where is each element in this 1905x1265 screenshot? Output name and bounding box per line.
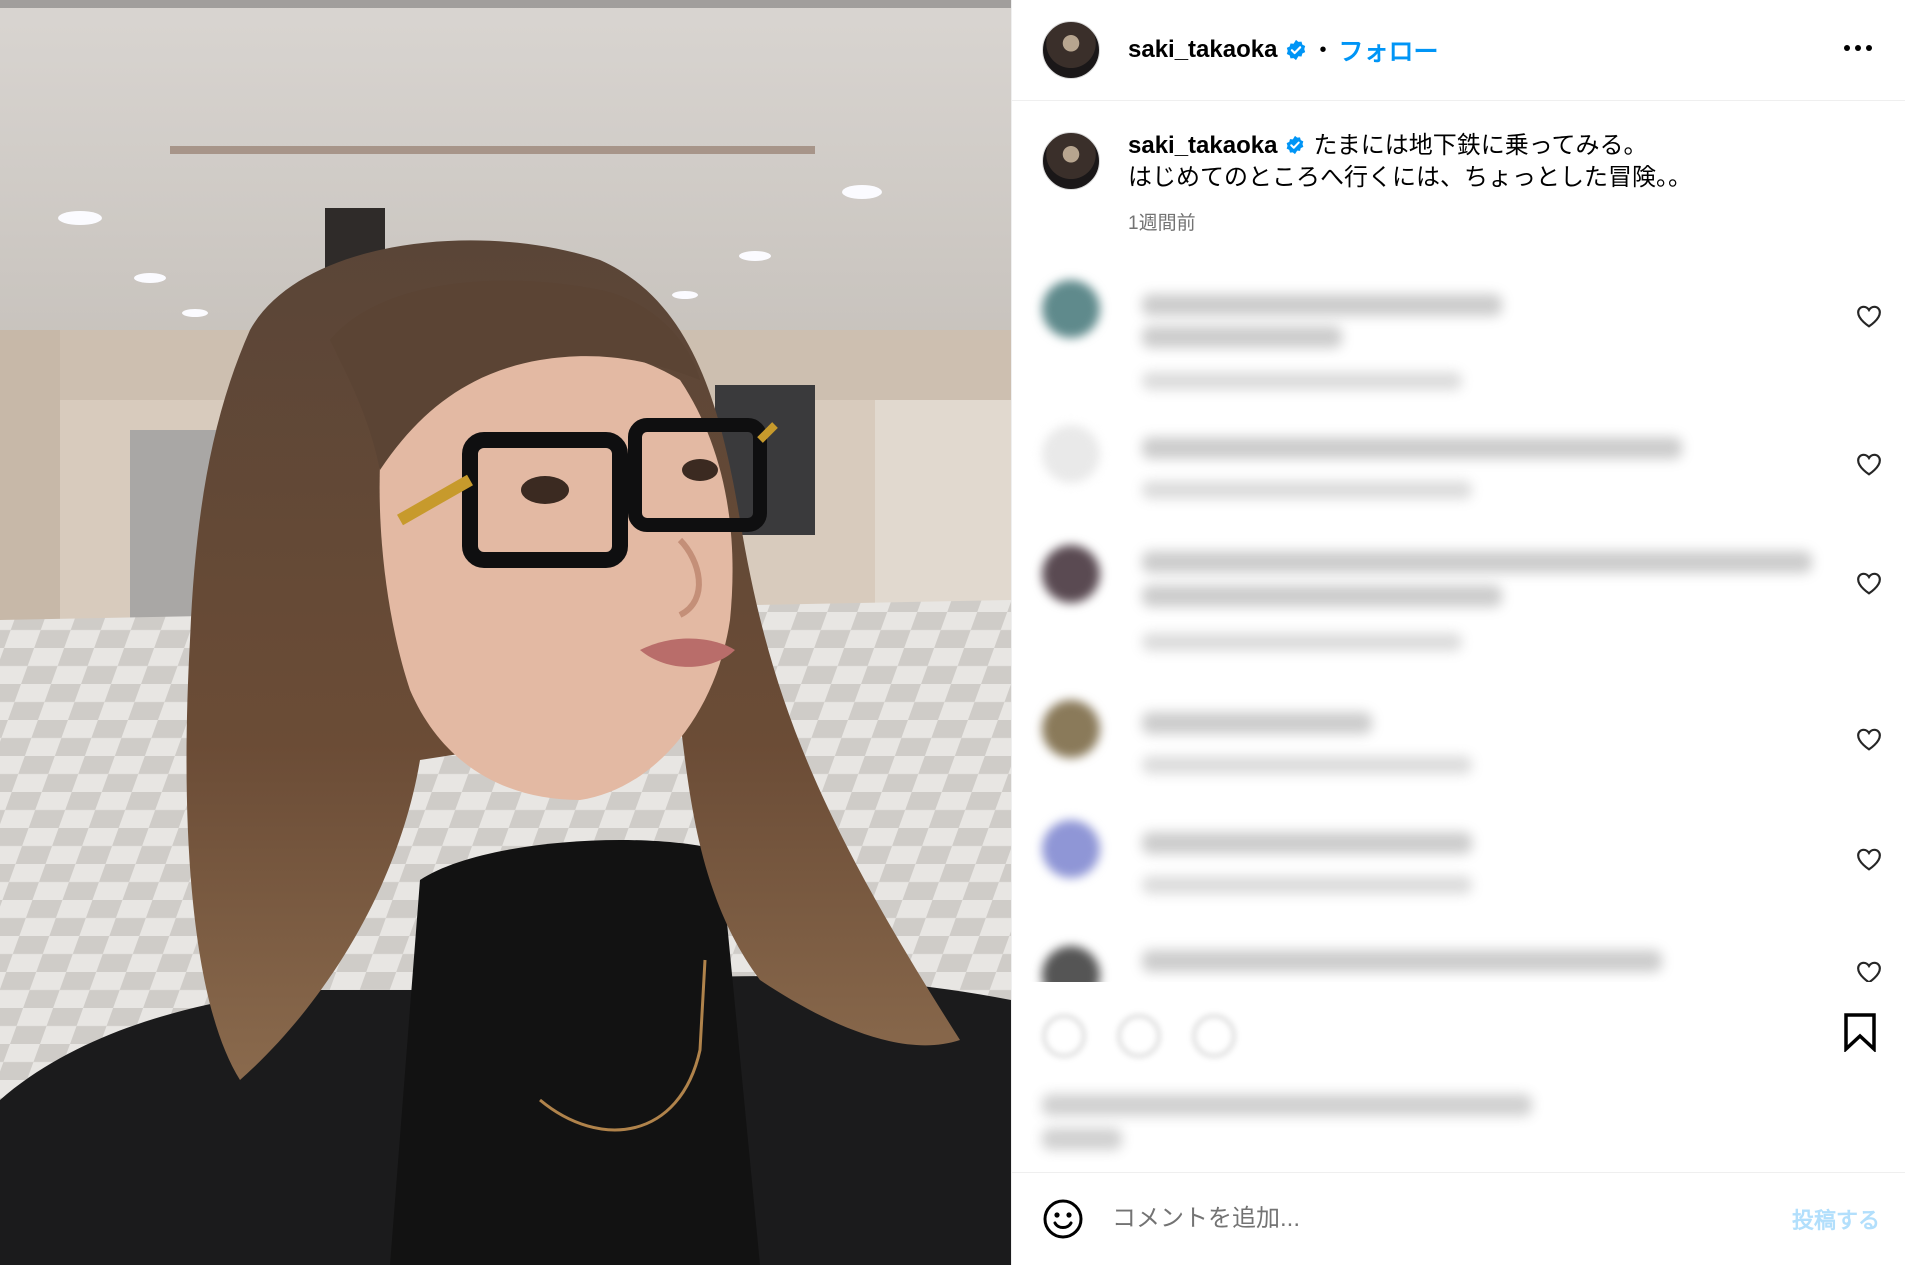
- comment-text-blurred: [1142, 294, 1502, 316]
- comment-avatar: [1042, 700, 1100, 758]
- comment-avatar: [1042, 425, 1100, 483]
- post-timestamp[interactable]: 1週間前: [1128, 208, 1692, 235]
- post-caption: saki_takaoka たまには地下鉄に乗ってみる。 はじめてのところへ行くに…: [1042, 130, 1862, 235]
- heart-icon[interactable]: [1856, 847, 1882, 871]
- comment-meta-blurred: [1142, 481, 1472, 499]
- comment-item: [1012, 692, 1905, 802]
- likes-blurred: [1042, 1094, 1532, 1116]
- comment-item: [1012, 417, 1905, 527]
- comment-meta-blurred: [1142, 372, 1462, 390]
- heart-icon[interactable]: [1856, 727, 1882, 751]
- comment-input[interactable]: [1112, 1199, 1762, 1239]
- bookmark-icon[interactable]: [1842, 1012, 1878, 1052]
- post-photo[interactable]: [0, 0, 1011, 1265]
- caption-body: saki_takaoka たまには地下鉄に乗ってみる。 はじめてのところへ行くに…: [1128, 130, 1692, 235]
- post-header: saki_takaoka • フォロー: [1012, 0, 1905, 101]
- comment-avatar: [1042, 946, 1100, 982]
- comment-text-blurred: [1142, 585, 1502, 607]
- selfie-photo: [0, 0, 1011, 1265]
- verified-badge-icon: [1287, 39, 1306, 61]
- caption-line-1: saki_takaoka たまには地下鉄に乗ってみる。: [1128, 130, 1692, 162]
- share-icon[interactable]: [1192, 1014, 1236, 1058]
- verified-badge-icon: [1287, 135, 1304, 154]
- like-post-icon[interactable]: [1042, 1014, 1086, 1058]
- comment-text-blurred: [1142, 551, 1812, 573]
- comment-text-blurred: [1142, 712, 1372, 734]
- caption-text-2: はじめてのところへ行くには、ちょっとした冒険。。: [1128, 164, 1692, 191]
- action-bar: [1012, 990, 1905, 1170]
- comment-text-blurred: [1142, 950, 1662, 972]
- author-avatar[interactable]: [1042, 21, 1100, 79]
- comment-avatar: [1042, 820, 1100, 878]
- heart-icon[interactable]: [1856, 304, 1882, 328]
- comment-meta-blurred: [1142, 756, 1472, 774]
- comment-text-blurred: [1142, 437, 1682, 459]
- comment-item: [1012, 537, 1905, 651]
- author-username[interactable]: saki_takaoka: [1128, 36, 1277, 64]
- separator-dot: •: [1319, 38, 1327, 61]
- comment-meta-blurred: [1142, 633, 1462, 651]
- comment-text-blurred: [1142, 832, 1472, 854]
- comment-item: [1012, 272, 1905, 390]
- heart-icon[interactable]: [1856, 571, 1882, 595]
- caption-author-avatar[interactable]: [1042, 132, 1100, 190]
- post-comment-button[interactable]: 投稿する: [1792, 1203, 1880, 1235]
- caption-text-1: たまには地下鉄に乗ってみる。: [1313, 132, 1648, 159]
- comment-icon[interactable]: [1117, 1014, 1161, 1058]
- comment-text-blurred: [1142, 326, 1342, 348]
- comment-avatar: [1042, 280, 1100, 338]
- instagram-post: saki_takaoka • フォロー saki_takaoka たまには地下鉄…: [0, 0, 1905, 1265]
- more-options-icon[interactable]: [1840, 36, 1876, 60]
- comment-meta-blurred: [1142, 876, 1472, 894]
- post-sidebar: saki_takaoka • フォロー saki_takaoka たまには地下鉄…: [1011, 0, 1905, 1265]
- heart-icon[interactable]: [1856, 960, 1882, 982]
- heart-icon[interactable]: [1856, 452, 1882, 476]
- comment-composer: 投稿する: [1012, 1172, 1905, 1265]
- caption-username[interactable]: saki_takaoka: [1128, 132, 1277, 159]
- date-blurred: [1042, 1128, 1122, 1150]
- comment-item: [1012, 812, 1905, 922]
- comment-item: [1012, 932, 1905, 982]
- follow-button[interactable]: フォロー: [1338, 32, 1438, 68]
- comments-list: [1012, 262, 1905, 982]
- comment-avatar: [1042, 545, 1100, 603]
- emoji-icon[interactable]: [1042, 1198, 1084, 1240]
